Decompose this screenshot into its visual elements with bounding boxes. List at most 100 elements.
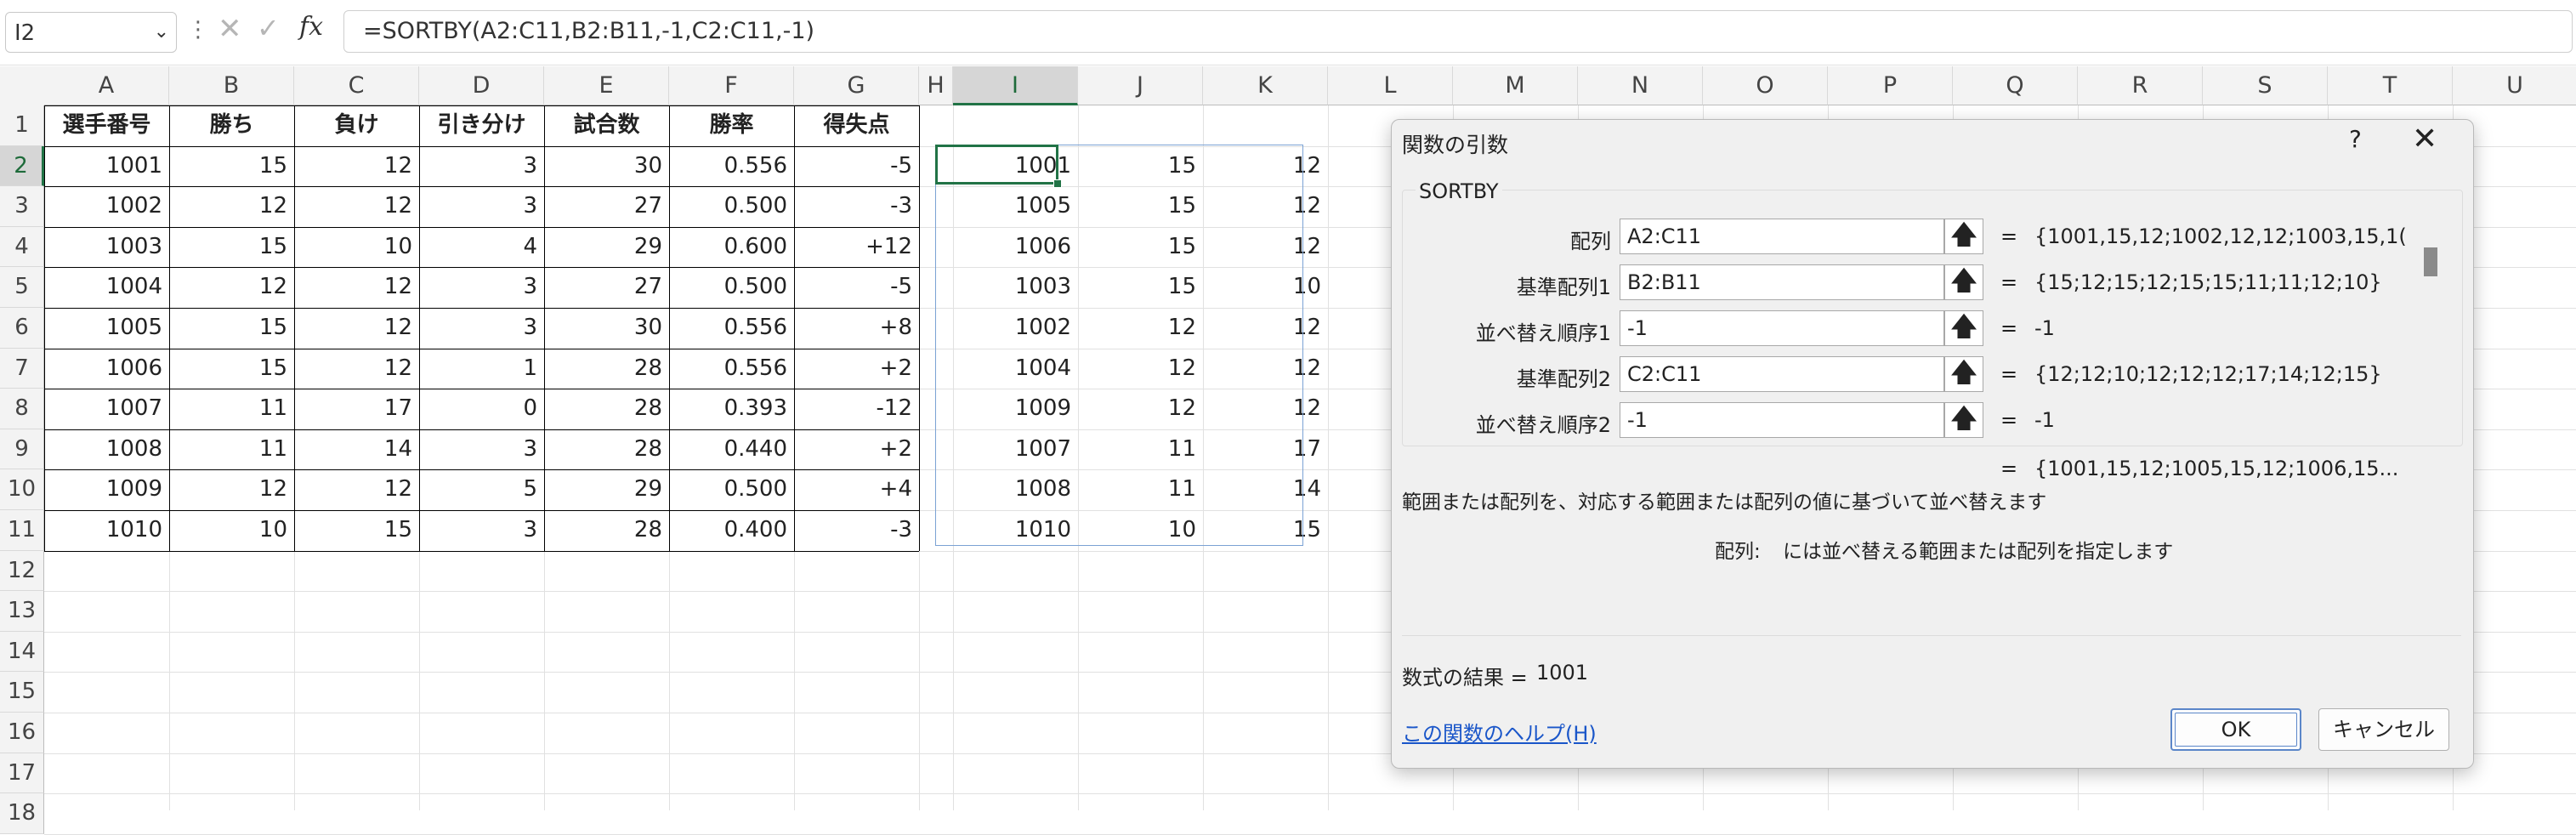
select-all-corner[interactable] [0,66,45,106]
table-cell[interactable]: 28 [544,389,669,429]
table-cell[interactable]: 3 [419,186,544,227]
table-cell[interactable]: 3 [419,267,544,308]
table-cell[interactable]: 15 [169,308,294,349]
fill-handle[interactable] [1053,179,1062,188]
table-cell[interactable]: 0.500 [669,267,794,308]
argument-input[interactable]: -1 [1620,310,1944,346]
name-box[interactable]: I2 ⌄ [5,12,177,53]
cancel-button[interactable]: キャンセル [2318,708,2449,751]
table-cell[interactable]: 0.500 [669,186,794,227]
table-cell[interactable]: 15 [169,349,294,389]
row-header-6[interactable]: 6 [0,308,44,349]
help-icon[interactable]: ? [2349,125,2362,153]
table-cell[interactable]: 14 [294,429,419,470]
column-header-l[interactable]: L [1328,66,1453,105]
table-header-cell[interactable]: 試合数 [544,105,669,146]
table-cell[interactable]: 12 [169,469,294,510]
collapse-dialog-icon[interactable]: 🡅 [1944,402,1983,438]
table-cell[interactable]: 1007 [44,389,169,429]
formula-input[interactable]: =SORTBY(A2:C11,B2:B11,-1,C2:C11,-1) [343,10,2573,53]
row-header-16[interactable]: 16 [0,713,44,753]
table-cell[interactable]: 1004 [44,267,169,308]
table-cell[interactable]: 29 [544,469,669,510]
table-cell[interactable]: 3 [419,510,544,551]
insert-function-icon[interactable]: fx [299,12,323,42]
table-header-cell[interactable]: 勝率 [669,105,794,146]
argument-input[interactable]: A2:C11 [1620,219,1944,254]
column-header-f[interactable]: F [669,66,794,105]
table-cell[interactable]: 1002 [44,186,169,227]
table-cell[interactable]: 1008 [44,429,169,470]
table-cell[interactable]: 12 [294,349,419,389]
row-header-7[interactable]: 7 [0,348,44,389]
table-cell[interactable]: +8 [794,308,919,349]
column-header-b[interactable]: B [169,66,294,105]
collapse-dialog-icon[interactable]: 🡅 [1944,310,1983,346]
table-cell[interactable]: 15 [294,510,419,551]
table-cell[interactable]: 15 [169,227,294,268]
table-header-cell[interactable]: 引き分け [419,105,544,146]
table-cell[interactable]: 1010 [44,510,169,551]
column-header-a[interactable]: A [44,66,169,105]
collapse-dialog-icon[interactable]: 🡅 [1944,356,1983,392]
table-cell[interactable]: 30 [544,146,669,187]
table-cell[interactable]: +2 [794,349,919,389]
row-header-3[interactable]: 3 [0,186,44,227]
ok-button[interactable]: OK [2170,708,2301,751]
table-cell[interactable]: 0.556 [669,349,794,389]
table-cell[interactable]: 12 [294,146,419,187]
row-header-12[interactable]: 12 [0,550,44,592]
table-cell[interactable]: 0.393 [669,389,794,429]
table-cell[interactable]: 0.556 [669,308,794,349]
column-header-p[interactable]: P [1828,66,1953,105]
column-header-o[interactable]: O [1703,66,1828,105]
table-cell[interactable]: 28 [544,429,669,470]
column-header-c[interactable]: C [294,66,419,105]
column-header-q[interactable]: Q [1953,66,2078,105]
column-header-m[interactable]: M [1453,66,1578,105]
table-cell[interactable]: 17 [294,389,419,429]
row-header-10[interactable]: 10 [0,469,44,510]
column-header-d[interactable]: D [419,66,544,105]
table-cell[interactable]: 1003 [44,227,169,268]
table-cell[interactable]: 3 [419,146,544,187]
table-cell[interactable]: -3 [794,510,919,551]
table-cell[interactable]: 1006 [44,349,169,389]
active-cell[interactable] [935,145,1058,185]
table-cell[interactable]: 11 [169,429,294,470]
table-cell[interactable]: -5 [794,146,919,187]
arguments-scrollbar[interactable] [2424,247,2437,276]
row-header-13[interactable]: 13 [0,591,44,632]
table-cell[interactable]: 12 [169,267,294,308]
row-header-1[interactable]: 1 [0,105,44,146]
table-cell[interactable]: 10 [169,510,294,551]
function-help-link[interactable]: この関数のヘルプ(H) [1402,717,1597,747]
table-cell[interactable]: +2 [794,429,919,470]
table-header-cell[interactable]: 選手番号 [44,105,169,146]
row-header-17[interactable]: 17 [0,753,44,794]
row-header-14[interactable]: 14 [0,631,44,673]
row-header-11[interactable]: 11 [0,510,44,551]
table-cell[interactable]: -12 [794,389,919,429]
table-cell[interactable]: 12 [294,186,419,227]
table-cell[interactable]: 0.440 [669,429,794,470]
column-header-k[interactable]: K [1203,66,1328,105]
table-cell[interactable]: 3 [419,429,544,470]
collapse-dialog-icon[interactable]: 🡅 [1944,264,1983,300]
cancel-icon[interactable]: ✕ [218,12,242,46]
table-cell[interactable]: -5 [794,267,919,308]
table-cell[interactable]: 0.600 [669,227,794,268]
table-cell[interactable]: 1009 [44,469,169,510]
table-cell[interactable]: 10 [294,227,419,268]
column-header-r[interactable]: R [2078,66,2203,105]
table-cell[interactable]: 0.400 [669,510,794,551]
table-header-cell[interactable]: 勝ち [169,105,294,146]
collapse-dialog-icon[interactable]: 🡅 [1944,219,1983,254]
table-cell[interactable]: 27 [544,267,669,308]
chevron-down-icon[interactable]: ⌄ [154,21,169,43]
column-header-n[interactable]: N [1578,66,1703,105]
table-cell[interactable]: 12 [294,308,419,349]
row-header-8[interactable]: 8 [0,389,44,429]
table-cell[interactable]: 0 [419,389,544,429]
table-cell[interactable]: +4 [794,469,919,510]
